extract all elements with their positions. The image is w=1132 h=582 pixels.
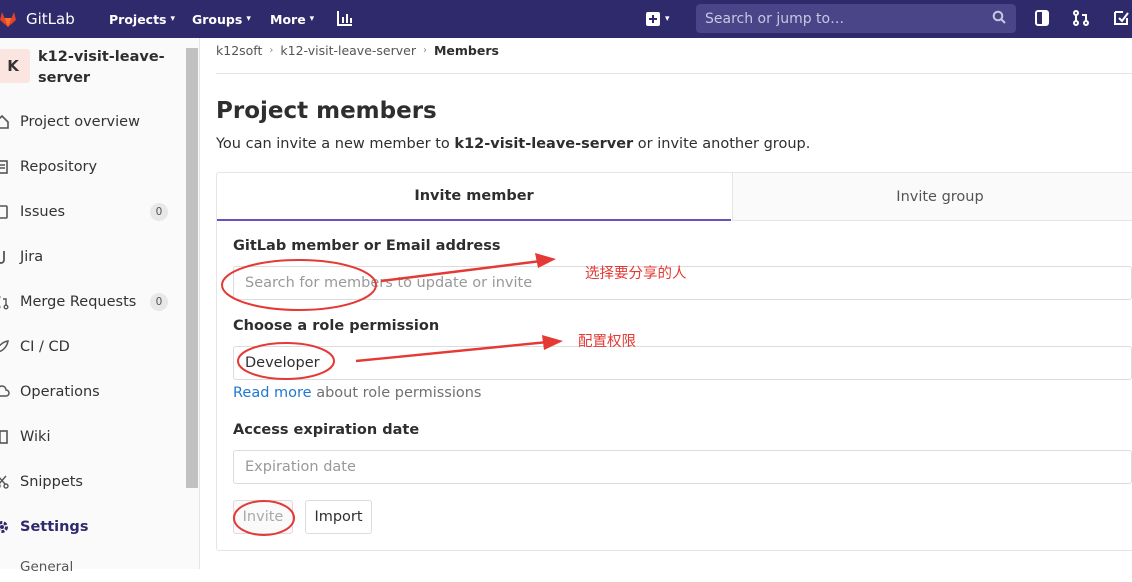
home-icon	[0, 114, 9, 129]
breadcrumb-divider	[216, 73, 1132, 74]
expiration-date-input[interactable]: Expiration date	[233, 450, 1132, 484]
sidebar-item-wiki[interactable]: Wiki	[0, 422, 185, 452]
sidebar-item-snippets[interactable]: Snippets	[0, 467, 185, 497]
sidebar-item-label: CI / CD	[20, 339, 70, 355]
book-icon	[0, 430, 8, 444]
invite-intro-text: You can invite a new member to k12-visit…	[216, 136, 810, 152]
search-placeholder: Search or jump to…	[705, 10, 845, 27]
sidebar-item-label: Project overview	[20, 114, 140, 130]
nav-more[interactable]: More ▾	[270, 0, 314, 38]
issues-count-badge: 0	[150, 203, 168, 221]
todo-edit-icon[interactable]	[1112, 9, 1130, 27]
tab-invite-member[interactable]: Invite member	[217, 173, 731, 221]
rocket-icon	[0, 340, 9, 353]
read-more-link[interactable]: Read more	[233, 385, 312, 401]
scissors-icon	[0, 475, 9, 489]
project-sidebar: K k12-visit-leave-server Project overvie…	[0, 38, 200, 575]
sidebar-item-label: General	[20, 559, 74, 575]
merge-request-icon[interactable]	[1072, 9, 1090, 27]
sidebar-item-ci-cd[interactable]: CI / CD	[0, 332, 185, 362]
intro-prefix: You can invite a new member to	[216, 136, 455, 152]
intro-suffix: or invite another group.	[633, 136, 811, 152]
brand-name: GitLab	[26, 10, 75, 28]
sidebar-item-label: Snippets	[20, 474, 83, 490]
nav-more-label: More	[270, 11, 306, 27]
sidebar-item-project-overview[interactable]: Project overview	[0, 107, 185, 137]
member-field-label: GitLab member or Email address	[233, 238, 501, 254]
sidebar-scrollbar[interactable]	[186, 48, 198, 488]
cloud-icon	[0, 385, 10, 397]
nav-projects[interactable]: Projects ▾	[109, 0, 175, 38]
sidebar-item-label: Operations	[20, 384, 100, 400]
doc-icon	[0, 160, 8, 174]
role-select-value: Developer	[245, 355, 320, 371]
nav-projects-label: Projects	[109, 11, 167, 27]
chevron-down-icon: ▾	[309, 14, 315, 24]
sidebar-item-label: Settings	[20, 519, 89, 535]
nav-groups[interactable]: Groups ▾	[192, 0, 251, 38]
breadcrumb-current[interactable]: Members	[434, 43, 499, 58]
expiration-date-placeholder: Expiration date	[245, 459, 356, 475]
role-select[interactable]: Developer	[233, 346, 1132, 380]
sidebar-item-label: Jira	[20, 249, 44, 265]
new-dropdown-button[interactable]: ▾	[646, 8, 670, 30]
tanuki-icon	[0, 12, 16, 27]
sidebar-item-repository[interactable]: Repository	[0, 152, 185, 182]
breadcrumb-item-group[interactable]: k12soft	[216, 43, 262, 58]
page-title: Project members	[216, 98, 437, 124]
annotation-text-role: 配置权限	[578, 334, 636, 350]
role-field-label: Choose a role permission	[233, 318, 440, 334]
search-bar[interactable]: Search or jump to…	[696, 4, 1016, 33]
sidebar-project-header[interactable]: K k12-visit-leave-server	[0, 47, 180, 91]
sidebar-subitem-general[interactable]: General	[0, 552, 185, 582]
role-help-suffix: about role permissions	[311, 385, 482, 401]
annotation-text-members: 选择要分享的人	[585, 266, 687, 282]
nav-groups-label: Groups	[192, 11, 243, 27]
role-help-text: Read more about role permissions	[233, 385, 481, 401]
tab-invite-group[interactable]: Invite group	[732, 173, 1132, 221]
chevron-right-icon: ›	[422, 44, 427, 56]
sidebar-item-label: Issues	[20, 204, 66, 220]
gear-icon	[0, 521, 8, 533]
invite-button[interactable]: Invite	[233, 500, 293, 534]
search-icon	[992, 10, 1006, 24]
chevron-down-icon: ▾	[665, 14, 670, 24]
activity-chart-icon[interactable]	[336, 9, 354, 27]
plus-square-icon	[646, 12, 660, 26]
sidebar-item-merge-requests[interactable]: Merge Requests 0	[0, 287, 185, 317]
breadcrumb: k12soft › k12-visit-leave-server › Membe…	[216, 40, 499, 60]
project-name: k12-visit-leave-server	[38, 49, 165, 86]
chevron-down-icon: ▾	[170, 14, 176, 24]
jira-icon	[0, 251, 5, 264]
sidebar-item-operations[interactable]: Operations	[0, 377, 185, 407]
member-search-placeholder: Search for members to update or invite	[245, 275, 533, 291]
sidebar-toggle-icon[interactable]	[1034, 9, 1052, 27]
expiry-field-label: Access expiration date	[233, 422, 420, 438]
sidebar-item-label: Repository	[20, 159, 98, 175]
merge-request-icon	[0, 295, 9, 310]
sidebar-item-issues[interactable]: Issues 0	[0, 197, 185, 227]
sidebar-item-label: Merge Requests	[20, 294, 137, 310]
sidebar-item-jira[interactable]: Jira	[0, 242, 185, 272]
issues-icon	[0, 205, 8, 219]
intro-project-name: k12-visit-leave-server	[454, 136, 634, 152]
merge-requests-count-badge: 0	[150, 293, 168, 311]
chevron-down-icon: ▾	[246, 14, 251, 24]
project-avatar: K	[0, 49, 30, 83]
sidebar-item-settings[interactable]: Settings	[0, 512, 185, 542]
sidebar-item-label: Wiki	[20, 429, 51, 445]
chevron-right-icon: ›	[269, 44, 274, 56]
gitlab-logo[interactable]: GitLab	[0, 0, 75, 38]
breadcrumb-item-project[interactable]: k12-visit-leave-server	[280, 43, 416, 58]
import-button[interactable]: Import	[305, 500, 372, 534]
top-navbar: GitLab Projects ▾ Groups ▾ More ▾ ▾ Sear…	[0, 0, 1132, 38]
